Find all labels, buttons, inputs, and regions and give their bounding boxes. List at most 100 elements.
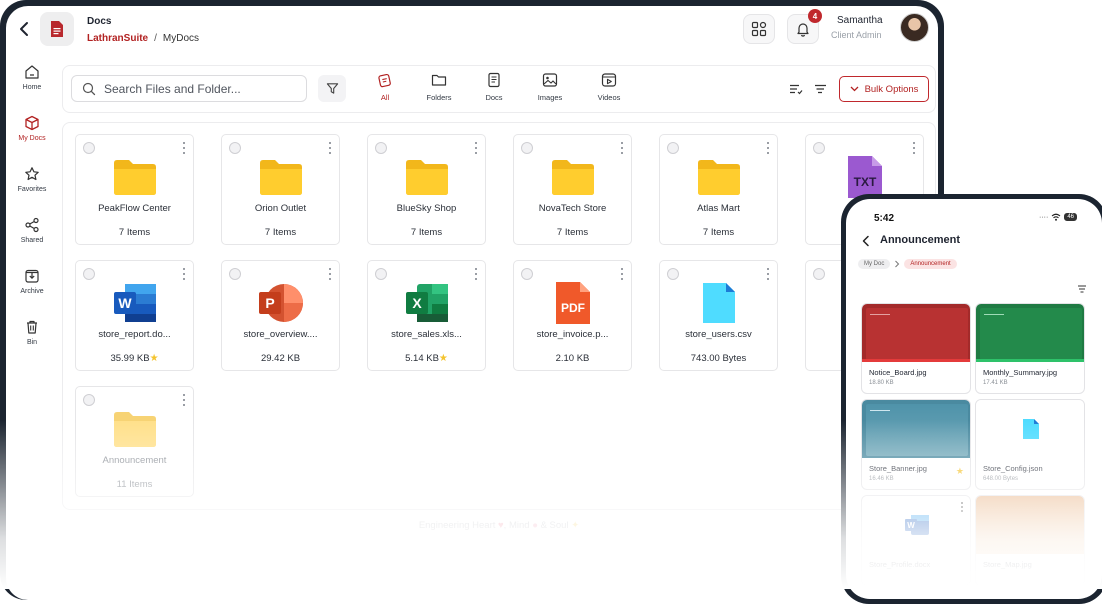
more-options-icon[interactable] — [182, 268, 186, 280]
more-options-icon[interactable] — [474, 142, 478, 154]
tab-docs[interactable]: Docs — [469, 72, 519, 108]
avatar[interactable] — [900, 13, 929, 42]
tab-images[interactable]: Images — [525, 72, 575, 108]
more-options-icon[interactable] — [766, 268, 770, 280]
select-checkbox[interactable] — [667, 268, 679, 280]
folder-icon — [405, 160, 448, 195]
bulk-options-button[interactable]: Bulk Options — [839, 76, 929, 102]
folder-card[interactable]: Atlas Mart 7 Items — [659, 134, 778, 245]
select-checkbox[interactable] — [813, 268, 825, 280]
svg-text:X: X — [412, 295, 422, 311]
phone-file-card[interactable]: Store_Config.json 648.00 Bytes — [975, 399, 1085, 490]
file-name: Store_Banner.jpg — [869, 464, 927, 473]
phone-file-card[interactable]: Monthly_Summary.jpg 17.41 KB — [975, 303, 1085, 394]
starred-icon[interactable]: ★ — [439, 353, 448, 364]
tab-label: Images — [537, 93, 563, 102]
select-checkbox[interactable] — [667, 142, 679, 154]
filter-icon — [326, 83, 338, 94]
tab-folders[interactable]: Folders — [414, 72, 464, 108]
list-view-icon[interactable] — [789, 82, 803, 96]
apps-grid-button[interactable] — [743, 14, 775, 44]
starred-icon[interactable]: ★ — [150, 353, 159, 364]
breadcrumb-chip[interactable]: My Doc — [858, 259, 891, 269]
folder-card[interactable]: BlueSky Shop 7 Items — [367, 134, 486, 245]
select-checkbox[interactable] — [229, 268, 241, 280]
breadcrumb-root[interactable]: LathranSuite — [87, 33, 148, 44]
folder-card[interactable]: PeakFlow Center 7 Items — [75, 134, 194, 245]
file-card[interactable]: PDF store_invoice.p... 2.10 KB — [513, 260, 632, 371]
select-checkbox[interactable] — [521, 268, 533, 280]
more-options-icon[interactable] — [182, 394, 186, 406]
folder-card[interactable]: NovaTech Store 7 Items — [513, 134, 632, 245]
sidebar-item-favorites[interactable]: Favorites — [6, 166, 58, 206]
breadcrumb: LathranSuite / MyDocs — [87, 33, 199, 44]
search-input[interactable] — [104, 81, 304, 96]
sidebar-item-bin[interactable]: Bin — [6, 319, 58, 359]
more-options-icon[interactable] — [182, 142, 186, 154]
sidebar-item-shared[interactable]: Shared — [6, 217, 58, 257]
select-checkbox[interactable] — [83, 394, 95, 406]
tab-all[interactable]: All — [360, 72, 410, 108]
more-options-icon[interactable] — [961, 502, 963, 512]
sidebar-item-archive[interactable]: Archive — [6, 268, 58, 308]
select-checkbox[interactable] — [813, 142, 825, 154]
sort-icon[interactable] — [814, 82, 828, 96]
document-app-icon — [51, 21, 63, 37]
item-size: 35.99 KB — [110, 353, 150, 364]
image-thumbnail — [976, 496, 1084, 554]
phone-file-card[interactable]: Store_Map.jpg — [975, 495, 1085, 586]
sidebar-item-label: Shared — [20, 237, 44, 244]
folder-card[interactable]: Orion Outlet 7 Items — [221, 134, 340, 245]
file-card[interactable]: P store_overview.... 29.42 KB — [221, 260, 340, 371]
footer-comma: , — [503, 520, 507, 531]
footer-text: Engineering Heart — [418, 520, 496, 531]
more-options-icon[interactable] — [912, 142, 916, 154]
item-meta: 29.42 KB — [260, 353, 301, 364]
doc-icon — [488, 72, 500, 88]
file-name: Store_Profile.docx — [869, 560, 931, 569]
phone-file-card[interactable]: Store_Banner.jpg 16.46 KB ★ — [861, 399, 971, 490]
sidebar-item-label: Home — [22, 84, 42, 91]
more-options-icon[interactable] — [766, 142, 770, 154]
folder-icon — [259, 160, 302, 195]
select-checkbox[interactable] — [521, 142, 533, 154]
phone-file-card[interactable]: W Store_Profile.docx — [861, 495, 971, 586]
select-checkbox[interactable] — [83, 142, 95, 154]
item-meta: 2.10 KB — [555, 353, 590, 364]
home-icon — [25, 65, 39, 79]
csv-file-icon — [702, 283, 735, 323]
image-icon — [542, 73, 558, 87]
select-checkbox[interactable] — [375, 268, 387, 280]
file-card[interactable]: W store_report.do... 35.99 KB★ — [75, 260, 194, 371]
back-arrow-icon[interactable] — [16, 20, 32, 38]
more-options-icon[interactable] — [328, 268, 332, 280]
folder-card[interactable]: Announcement 11 Items — [75, 386, 194, 497]
select-checkbox[interactable] — [83, 268, 95, 280]
app-logo[interactable] — [40, 12, 74, 46]
tab-videos[interactable]: Videos — [584, 72, 634, 108]
star-icon — [25, 167, 39, 181]
sidebar-item-my-docs[interactable]: My Docs — [6, 115, 58, 155]
select-checkbox[interactable] — [229, 142, 241, 154]
archive-icon — [25, 269, 39, 283]
notifications-button[interactable]: 4 — [787, 9, 822, 44]
signal-icon: ···· — [1039, 213, 1049, 221]
sidebar-item-home[interactable]: Home — [6, 64, 58, 104]
more-options-icon[interactable] — [620, 142, 624, 154]
starred-icon[interactable]: ★ — [956, 466, 964, 477]
back-arrow-icon[interactable] — [861, 235, 871, 247]
more-options-icon[interactable] — [328, 142, 332, 154]
more-options-icon[interactable] — [474, 268, 478, 280]
select-checkbox[interactable] — [375, 142, 387, 154]
file-card[interactable]: store_users.csv 743.00 Bytes — [659, 260, 778, 371]
more-options-icon[interactable] — [620, 268, 624, 280]
sort-icon[interactable] — [1077, 284, 1087, 294]
item-meta: 5.14 KB★ — [372, 353, 481, 364]
word-file-icon: W — [905, 515, 929, 535]
bulk-options-label: Bulk Options — [864, 83, 919, 95]
phone-file-card[interactable]: Notice_Board.jpg 18.80 KB — [861, 303, 971, 394]
sidebar-item-label: Favorites — [17, 186, 47, 193]
app-header: Docs LathranSuite / MyDocs 4 Samantha Cl… — [6, 6, 938, 54]
file-card[interactable]: X store_sales.xls... 5.14 KB★ — [367, 260, 486, 371]
filter-button[interactable] — [318, 75, 346, 102]
